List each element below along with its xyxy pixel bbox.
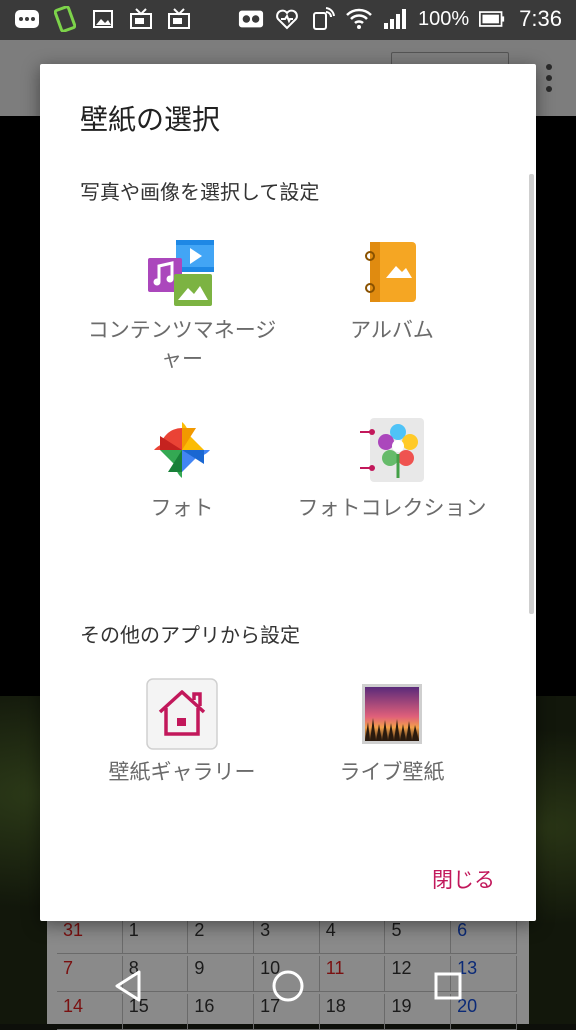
wallpaper-selection-dialog: 壁紙の選択 写真や画像を選択して設定 コンテンツマネージャー アルバム フォト … [40, 64, 536, 921]
nfc-icon [310, 6, 336, 32]
live-wallpaper-label: ライブ壁紙 [339, 760, 445, 784]
photos-option[interactable]: フォト [62, 414, 302, 523]
content-manager-label: コンテンツマネージャー [87, 318, 277, 371]
section-header-photos: 写真や画像を選択して設定 [80, 180, 320, 204]
recents-button[interactable] [426, 964, 470, 1008]
wallpaper-gallery-label: 壁紙ギャラリー [108, 760, 256, 784]
close-button[interactable]: 閉じる [432, 864, 495, 894]
home-button[interactable] [266, 964, 310, 1008]
photos-pinwheel-icon [146, 414, 218, 486]
wallpaper-gallery-option[interactable]: 壁紙ギャラリー [62, 678, 302, 787]
wifi-icon [346, 6, 372, 32]
content-manager-icon [146, 236, 218, 308]
signal-icon [382, 6, 408, 32]
tv-icon [166, 6, 192, 32]
dialog-title: 壁紙の選択 [80, 103, 221, 136]
photo-collection-icon [356, 414, 428, 486]
album-label: アルバム [350, 318, 434, 342]
back-button[interactable] [106, 964, 150, 1008]
rotate-icon [52, 6, 78, 32]
scrollbar[interactable] [529, 174, 534, 614]
voicemail-icon [238, 6, 264, 32]
album-icon [356, 236, 428, 308]
album-option[interactable]: アルバム [272, 236, 512, 345]
wallpaper-gallery-house-icon [146, 678, 218, 750]
battery-percent: 100% [418, 7, 470, 30]
image-icon [90, 6, 116, 32]
heart-signal-icon [274, 6, 300, 32]
navigation-bar [0, 948, 576, 1024]
tv-icon [128, 6, 154, 32]
status-bar: 100% 7:36 [0, 0, 576, 40]
clock: 7:36 [519, 6, 562, 31]
live-wallpaper-icon [356, 678, 428, 750]
live-wallpaper-option[interactable]: ライブ壁紙 [272, 678, 512, 787]
section-header-other-apps: その他のアプリから設定 [80, 623, 300, 647]
photo-collection-label: フォトコレクション [297, 496, 487, 520]
recents-icon [434, 972, 462, 1000]
more-icon [14, 6, 40, 32]
battery-icon [479, 6, 505, 32]
photo-collection-option[interactable]: フォトコレクション [272, 414, 512, 523]
back-icon [115, 970, 141, 1002]
home-icon [272, 970, 304, 1002]
photos-label: フォト [150, 496, 214, 520]
overflow-menu-icon [546, 64, 552, 97]
content-manager-option[interactable]: コンテンツマネージャー [62, 236, 302, 374]
